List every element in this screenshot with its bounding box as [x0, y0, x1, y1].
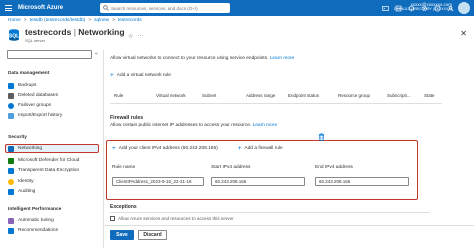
- plus-icon: +: [237, 145, 242, 152]
- avatar[interactable]: [458, 2, 470, 14]
- breadcrumb: Home > testdb (testrecords/testdb) > sqlne…: [8, 18, 142, 23]
- top-bar: Microsoft Azure ? xxxxx@xxxxxxx.com DEFA…: [0, 0, 474, 16]
- account-info[interactable]: xxxxx@xxxxxxx.com DEFAULT DIRECTORY (XXX…: [394, 2, 452, 12]
- shield-icon: [8, 157, 14, 164]
- save-button[interactable]: Save: [110, 230, 134, 240]
- rule-name-input[interactable]: [112, 177, 204, 186]
- firewall-rules-highlight: + Add your client IPv4 address (60.243.20…: [106, 140, 418, 200]
- global-search[interactable]: [100, 3, 230, 13]
- breadcrumb-separator: >: [112, 18, 115, 23]
- deleted-databases-icon: [8, 92, 14, 99]
- sidebar-item-failover-groups[interactable]: Failover groups: [8, 101, 100, 110]
- encryption-icon: [8, 167, 14, 174]
- star-icon[interactable]: ☆: [128, 33, 133, 40]
- col-endpoint-status: Endpoint status: [288, 93, 320, 98]
- sidebar-item-import-export-history[interactable]: Import/Export history: [8, 111, 100, 120]
- col-state: State: [424, 93, 435, 98]
- sidebar: « Data management Backups Deleted databa…: [0, 50, 104, 248]
- exceptions-divider: [110, 212, 430, 213]
- col-rule: Rule: [114, 93, 124, 98]
- failover-groups-icon: [8, 102, 14, 109]
- firewall-description: Allow certain public internet IP address…: [110, 123, 278, 128]
- rule-name-header: Rule name: [112, 165, 136, 170]
- sidebar-item-networking[interactable]: Networking: [5, 144, 99, 153]
- add-vnet-rule-button[interactable]: + Add a virtual network rule: [110, 72, 171, 79]
- sidebar-item-backups[interactable]: Backups: [8, 81, 100, 90]
- page-subtitle: SQL server: [25, 38, 46, 43]
- tuning-icon: [8, 217, 14, 224]
- vnet-table-header: Rule Virtual network Subnet Address rang…: [110, 93, 442, 101]
- sidebar-item-recommendations[interactable]: Recommendations: [8, 226, 100, 235]
- exceptions-title: Exceptions: [110, 204, 137, 210]
- more-icon[interactable]: ···: [137, 33, 143, 40]
- end-ip-header: End IPv4 address: [315, 165, 353, 170]
- sidebar-item-auditing[interactable]: Auditing: [8, 187, 100, 196]
- sidebar-item-defender[interactable]: Microsoft Defender for Cloud: [8, 156, 100, 165]
- col-virtual-network: Virtual network: [156, 93, 186, 98]
- header-actions: ☆ ···: [128, 33, 143, 40]
- col-address-range: Address range: [246, 93, 276, 98]
- breadcrumb-separator: >: [88, 18, 92, 23]
- breadcrumb-home[interactable]: Home: [8, 18, 21, 23]
- plus-icon: +: [112, 145, 116, 152]
- cloud-shell-icon[interactable]: [382, 5, 389, 12]
- page-header: SQL testrecords | Networking SQL server: [7, 27, 125, 43]
- recommendations-icon: [8, 227, 14, 234]
- allow-azure-services-row[interactable]: Allow Azure services and resources to ac…: [110, 216, 234, 221]
- col-resource-group: Resource group: [338, 93, 371, 98]
- delete-icon[interactable]: [318, 133, 325, 141]
- search-icon: [103, 5, 109, 11]
- sidebar-item-automatic-tuning[interactable]: Automatic tuning: [8, 216, 100, 225]
- identity-icon: [8, 178, 14, 185]
- add-client-ip-button[interactable]: + Add your client IPv4 address (60.243.20…: [112, 145, 218, 152]
- account-directory: DEFAULT DIRECTORY (XXXXXXX): [394, 7, 452, 11]
- firewall-actions: + Add your client IPv4 address (60.243.20…: [112, 145, 283, 152]
- networking-icon: [8, 145, 14, 152]
- brand-name[interactable]: Microsoft Azure: [18, 5, 93, 11]
- sql-server-icon: SQL: [9, 29, 19, 41]
- sidebar-search-input[interactable]: [7, 50, 92, 59]
- footer: Save Discard: [104, 225, 474, 248]
- sidebar-item-identity[interactable]: Identity: [8, 177, 100, 186]
- svg-text:SQL: SQL: [9, 34, 19, 40]
- allow-azure-checkbox[interactable]: [110, 216, 115, 221]
- vnet-learn-more-link[interactable]: Learn more: [270, 56, 295, 61]
- breadcrumb-database[interactable]: testdb (testrecords/testdb): [30, 18, 86, 23]
- breadcrumb-sqlnew[interactable]: sqlnew: [94, 18, 109, 23]
- search-input[interactable]: [111, 5, 229, 11]
- sidebar-item-deleted-databases[interactable]: Deleted databases: [8, 91, 100, 100]
- firewall-learn-more-link[interactable]: Learn more: [253, 123, 278, 128]
- page-title: testrecords | Networking: [25, 27, 125, 37]
- backups-icon: [8, 82, 14, 89]
- sidebar-section-intelligent-performance: Intelligent Performance: [8, 207, 62, 212]
- discard-button[interactable]: Discard: [138, 230, 167, 240]
- breadcrumb-server[interactable]: testrecords: [118, 18, 142, 23]
- col-subscription: Subscripti...: [387, 93, 411, 98]
- auditing-icon: [8, 188, 14, 195]
- add-firewall-rule-button[interactable]: + Add a firewall rule: [238, 145, 283, 152]
- start-ip-header: Start IPv4 address: [211, 165, 251, 170]
- col-subnet: Subnet: [202, 93, 217, 98]
- plus-icon: +: [110, 72, 114, 79]
- collapse-icon[interactable]: «: [95, 51, 98, 57]
- sidebar-item-tde[interactable]: Transparent Data Encryption: [8, 166, 100, 175]
- table-divider: [110, 103, 442, 104]
- sidebar-section-security: Security: [8, 135, 27, 140]
- import-export-icon: [8, 112, 14, 119]
- start-ip-input[interactable]: [211, 177, 305, 186]
- sidebar-section-data-management: Data management: [8, 71, 50, 76]
- breadcrumb-separator: >: [23, 18, 27, 23]
- close-icon[interactable]: ✕: [460, 29, 467, 38]
- end-ip-input[interactable]: [315, 177, 409, 186]
- vnet-description: Allow virtual networks to connect to you…: [110, 56, 295, 61]
- firewall-rules-title: Firewall rules: [110, 115, 144, 121]
- menu-icon[interactable]: [0, 0, 16, 16]
